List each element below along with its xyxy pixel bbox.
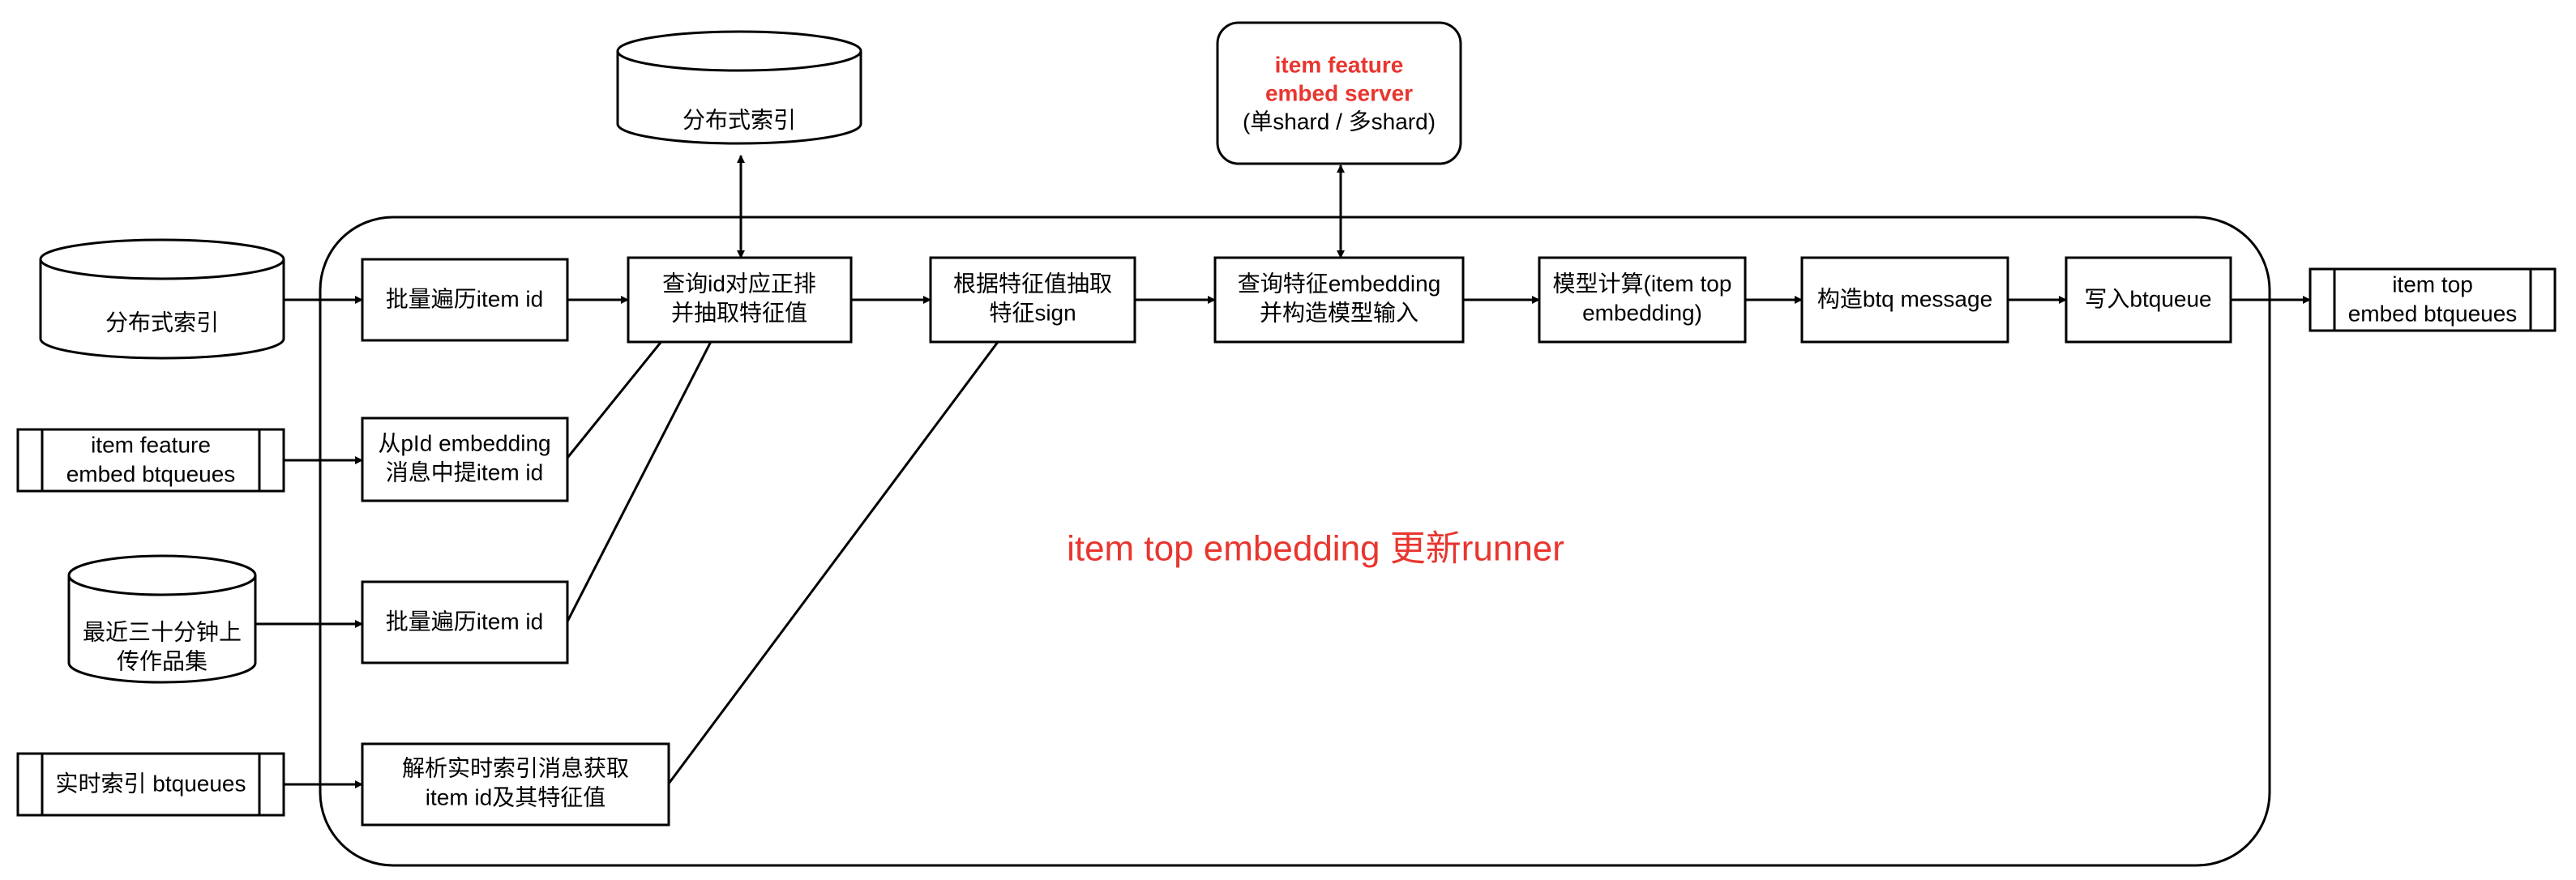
dist-index-left-cylinder: 分布式索引 — [39, 238, 285, 360]
step-write-queue: 写入btqueue — [2065, 256, 2232, 344]
step-build-message: 构造btq message — [1800, 256, 2009, 344]
recent-items-line1: 最近三十分钟上 — [83, 619, 242, 644]
step-extract-sign-line2: 特征sign — [989, 300, 1076, 325]
dist-index-left-label: 分布式索引 — [105, 310, 219, 335]
step-model-compute-line1: 模型计算(item top — [1553, 271, 1732, 296]
step-extract-sign: 根据特征值抽取 特征sign — [929, 256, 1136, 344]
dist-index-top-label: 分布式索引 — [683, 107, 796, 132]
item-feature-queue-line2: embed btqueues — [66, 461, 236, 486]
embed-server-line3: (单shard / 多shard) — [1243, 109, 1436, 134]
output-queue-line1: item top — [2392, 271, 2473, 297]
item-feature-queue-line1: item feature — [91, 432, 211, 457]
step-model-compute: 模型计算(item top embedding) — [1538, 256, 1747, 344]
step-model-compute-line2: embedding) — [1582, 300, 1702, 325]
recent-items-cylinder: 最近三十分钟上 传作品集 — [67, 554, 257, 684]
runner-title: item top embedding 更新runner — [1067, 529, 1564, 569]
step-build-message-label: 构造btq message — [1817, 286, 1992, 311]
item-feature-queue: item feature embed btqueues — [16, 428, 285, 493]
step-batch-traverse-2: 批量遍历item id — [361, 580, 569, 664]
edge-batch2-to-query — [566, 297, 735, 622]
embed-server-line2: embed server — [1265, 80, 1413, 105]
step-query-embedding: 查询特征embedding 并构造模型输入 — [1213, 256, 1465, 344]
output-queue-line2: embed btqueues — [2348, 301, 2518, 326]
edge-parse-to-sign — [667, 297, 1033, 784]
embed-server-line1: item feature — [1275, 52, 1404, 77]
output-queue: item top embed btqueues — [2309, 267, 2557, 332]
step-parse-realtime-line1: 解析实时索引消息获取 — [402, 755, 629, 780]
step-query-forward: 查询id对应正排 并抽取特征值 — [627, 256, 853, 344]
step-extract-sign-line1: 根据特征值抽取 — [953, 271, 1112, 296]
step-parse-realtime-line2: item id及其特征值 — [426, 784, 605, 810]
embed-server-box: item feature embed server (单shard / 多sha… — [1216, 21, 1462, 165]
realtime-index-queue: 实时索引 btqueues — [16, 752, 285, 817]
realtime-index-queue-label: 实时索引 btqueues — [56, 771, 246, 796]
step-batch-traverse-1: 批量遍历item id — [361, 258, 569, 342]
step-query-embedding-line1: 查询特征embedding — [1238, 271, 1441, 296]
pipeline-diagram: item top embedding 更新runner 分布式索引 item f… — [16, 21, 2557, 867]
step-query-forward-line2: 并抽取特征值 — [671, 300, 807, 325]
step-extract-from-pid-line1: 从pId embedding — [378, 430, 550, 455]
step-extract-from-pid: 从pId embedding 消息中提item id — [361, 417, 569, 502]
dist-index-top-cylinder: 分布式索引 — [616, 30, 862, 145]
step-batch-traverse-2-label: 批量遍历item id — [386, 609, 543, 634]
step-query-forward-line1: 查询id对应正排 — [662, 271, 816, 296]
step-parse-realtime: 解析实时索引消息获取 item id及其特征值 — [361, 742, 670, 827]
step-batch-traverse-1-label: 批量遍历item id — [386, 286, 543, 311]
step-query-embedding-line2: 并构造模型输入 — [1260, 300, 1419, 325]
step-extract-from-pid-line2: 消息中提item id — [386, 459, 543, 485]
recent-items-line2: 传作品集 — [117, 648, 208, 673]
step-write-queue-label: 写入btqueue — [2084, 286, 2211, 311]
